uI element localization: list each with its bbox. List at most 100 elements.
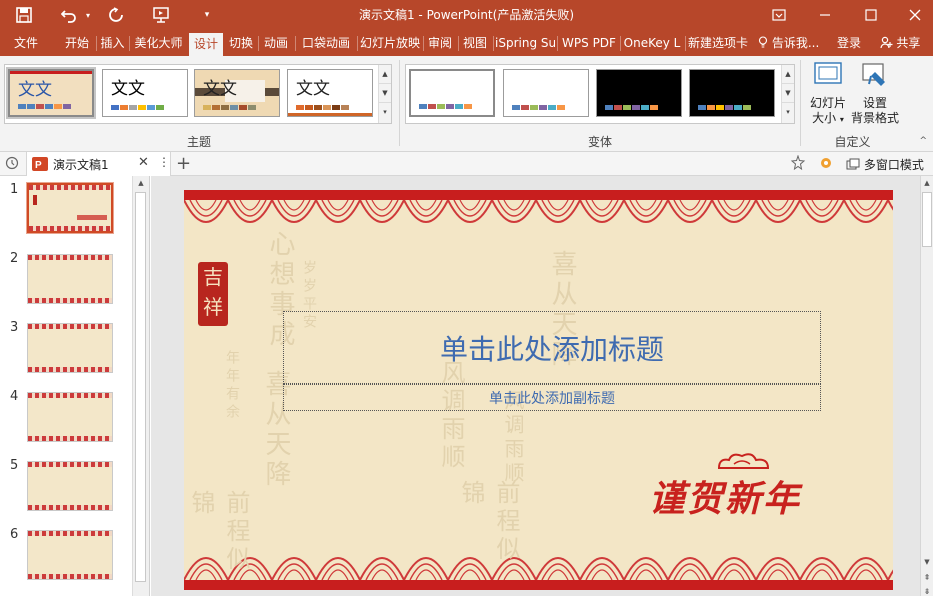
settings-icon[interactable] [818,155,834,174]
panel-scrollbar[interactable]: ▲ [132,176,149,596]
variant-1[interactable] [409,69,495,117]
variant-2[interactable] [503,69,589,117]
slide-thumbnail-2[interactable] [27,254,113,304]
redo-icon[interactable] [104,0,128,30]
tab-file[interactable]: 文件 [6,30,46,56]
tab-design[interactable]: 设计 [189,33,223,56]
multi-window-icon [846,158,864,172]
title-placeholder[interactable]: 单击此处添加标题 [283,311,821,384]
share-button[interactable]: 共享 [872,30,928,56]
tab-new-tab[interactable]: 新建选项卡 [686,30,750,56]
login-link[interactable]: 登录 [832,30,866,56]
scroll-up-icon[interactable]: ▲ [782,65,794,84]
tab-animations[interactable]: 动画 [259,30,293,56]
tab-wps-pdf[interactable]: WPS PDF [559,30,619,56]
variant-4[interactable] [689,69,775,117]
gallery-more-icon[interactable]: ▾ [782,103,794,122]
variant-3[interactable] [596,69,682,117]
pin-icon[interactable] [790,154,806,174]
new-tab-icon[interactable]: + [176,153,191,174]
multi-window-label: 多窗口模式 [863,158,924,172]
variant-gallery: ▲ ▼ ▾ [405,64,795,124]
slide-thumbnail-6[interactable] [27,530,113,580]
variant-swatches [698,105,751,110]
theme-festive[interactable]: 文文 [8,69,94,117]
tab-slideshow[interactable]: 幻灯片放映 [359,30,421,56]
slide-thumbnail-3[interactable] [27,323,113,373]
scroll-down-icon[interactable]: ▼ [782,84,794,103]
background-phrase: 前程似锦 [457,480,520,564]
tab-home[interactable]: 开始 [58,30,96,56]
tab-pocket-animation[interactable]: 口袋动画 [297,30,355,56]
scroll-down-icon[interactable]: ▼ [379,84,391,103]
slide-thumbnail-4[interactable] [27,392,113,442]
theme-swatches [203,105,256,110]
variant-gallery-scroll[interactable]: ▲ ▼ ▾ [781,65,794,123]
wave-border-bottom [184,534,893,580]
theme-parchment[interactable]: 文文 [194,69,280,117]
tab-review[interactable]: 审阅 [424,30,456,56]
theme-swatches [111,105,164,110]
lightbulb-icon [758,36,772,50]
scroll-up-icon[interactable]: ▲ [133,179,149,187]
slide-thumbnail-1[interactable] [27,183,113,233]
minimize-icon[interactable] [808,0,842,30]
undo-icon[interactable] [56,0,82,30]
maximize-icon[interactable] [854,0,888,30]
editor-scrollbar[interactable]: ▲ ▼ ⇞ ⇟ [920,176,933,596]
person-icon [879,36,897,50]
slide-number: 4 [10,389,19,404]
variants-group-label: 变体 [587,135,612,149]
collapse-ribbon-icon[interactable]: ^ [919,136,927,146]
slide-number: 3 [10,320,19,335]
scroll-up-icon[interactable]: ▲ [921,179,933,187]
doc-tab-name: 演示文稿1 [53,158,109,172]
seal-stamp: 吉祥 [198,262,228,326]
scroll-up-icon[interactable]: ▲ [379,65,391,84]
format-background-label-2: 背景格式 [850,111,899,125]
ribbon-display-icon[interactable] [762,0,796,30]
close-tab-icon[interactable]: ✕ [138,155,149,170]
subtitle-placeholder-text: 单击此处添加副标题 [489,390,615,407]
multi-window-button[interactable]: 多窗口模式 [846,156,924,173]
save-icon[interactable] [10,0,38,30]
slide-thumbnail-5[interactable] [27,461,113,511]
customize-qat-icon[interactable]: ▾ [198,0,216,30]
tab-ispring[interactable]: iSpring Su [495,30,555,56]
panel-scroll-thumb[interactable] [135,192,146,582]
scroll-down-icon[interactable]: ▼ [921,558,933,566]
title-bar: ▾ ▾ 演示文稿1 - PowerPoint(产品激活失败) [0,0,933,30]
tab-menu-icon[interactable]: ⋮ [158,155,170,169]
tab-transitions[interactable]: 切换 [225,30,257,56]
slide-number: 2 [10,251,19,266]
theme-swatches [18,104,71,109]
tab-list-icon[interactable] [5,156,19,173]
previous-slide-icon[interactable]: ⇞ [921,573,933,582]
doc-tab[interactable]: P 演示文稿1 ✕ ⋮ [26,152,171,176]
theme-office[interactable]: 文文 [102,69,188,117]
tell-me-search[interactable]: 告诉我... [758,30,828,56]
next-slide-icon[interactable]: ⇟ [921,587,933,596]
tab-insert[interactable]: 插入 [97,30,128,56]
tab-onekey[interactable]: OneKey L [621,30,683,56]
tab-view[interactable]: 视图 [459,30,491,56]
slideshow-icon[interactable] [148,0,174,30]
slide-size-label-1: 幻灯片 [809,96,846,110]
subtitle-placeholder[interactable]: 单击此处添加副标题 [283,384,821,411]
theme-gallery-scroll[interactable]: ▲ ▼ ▾ [378,65,391,123]
gallery-more-icon[interactable]: ▾ [379,103,391,122]
greeting-calligraphy: 谨贺新年 [649,478,802,520]
theme-sample-text: 文文 [296,79,330,99]
slide-size-icon [805,60,851,96]
slide-size-button[interactable]: 幻灯片 大小 ▾ [805,60,851,127]
tab-beautify-master[interactable]: 美化大师 [130,30,187,56]
editor-scroll-thumb[interactable] [922,192,932,247]
slide-editor: 心想事成 岁岁平安 年年有余 喜从天降 风调雨顺 喜从天降 风调雨顺 前程似锦 … [151,176,933,596]
background-phrase: 前程似锦 [187,490,250,574]
slide-size-label-2: 大小 [812,111,837,125]
theme-orange-line[interactable]: 文文 [287,69,373,117]
format-background-button[interactable]: 设置 背景格式 [850,60,900,126]
powerpoint-icon: P [32,156,48,175]
undo-dropdown-icon[interactable]: ▾ [82,0,94,30]
close-icon[interactable] [898,0,932,30]
